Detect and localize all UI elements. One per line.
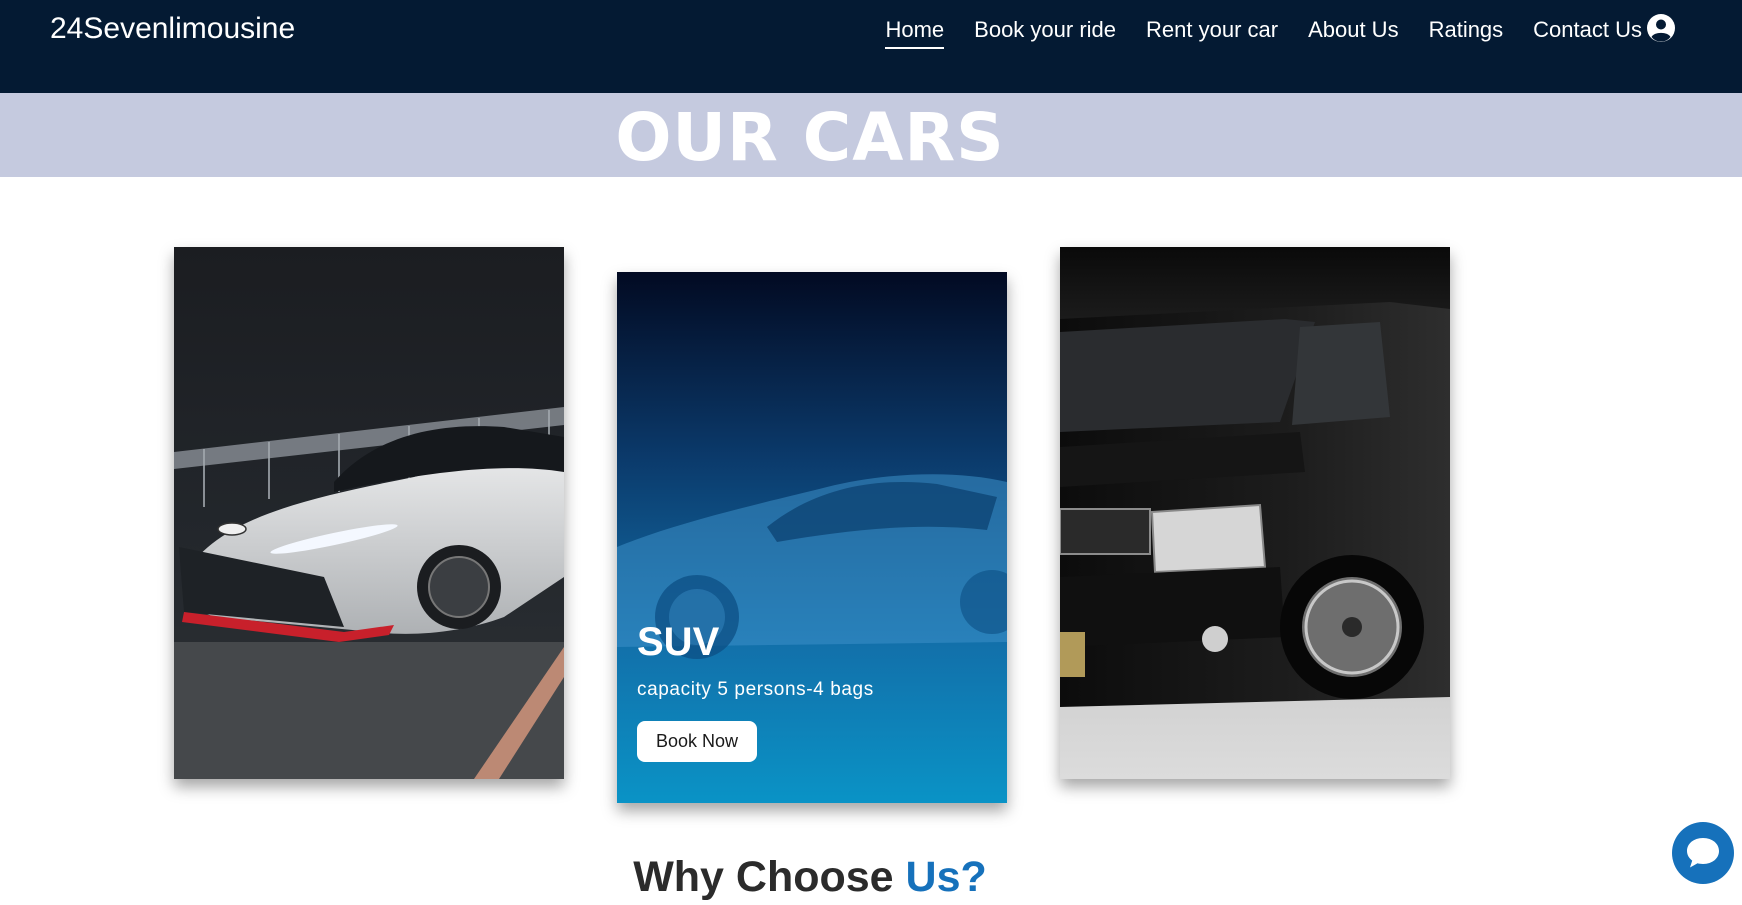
heading-accent: Us? — [905, 853, 987, 901]
nav-link-home[interactable]: Home — [885, 17, 945, 49]
chat-button[interactable] — [1672, 822, 1734, 884]
brand-logo[interactable]: 24Sevenlimousine — [50, 12, 295, 46]
nav-link-rent-your-car[interactable]: Rent your car — [1146, 17, 1278, 49]
nav-link-contact-us[interactable]: Contact Us — [1533, 17, 1642, 49]
nav-links: Home Book your ride Rent your car About … — [885, 17, 1642, 49]
banner-title: OUR CARS — [615, 99, 1005, 176]
nav-link-book-your-ride[interactable]: Book your ride — [974, 17, 1116, 49]
car-card-sedan[interactable] — [174, 247, 564, 779]
car-card-suv[interactable]: SUV capacity 5 persons-4 bags Book Now — [617, 272, 1007, 803]
user-circle-icon[interactable] — [1646, 13, 1676, 43]
book-now-button[interactable]: Book Now — [637, 721, 757, 762]
page-banner: OUR CARS — [0, 93, 1742, 177]
white-sedan-photo — [174, 247, 564, 779]
chat-bubble-icon — [1687, 838, 1719, 868]
card-title: SUV — [637, 620, 720, 664]
card-description: capacity 5 persons-4 bags — [637, 679, 874, 700]
nav-link-about-us[interactable]: About Us — [1308, 17, 1399, 49]
card-caption: SUV capacity 5 persons-4 bags — [637, 620, 874, 701]
black-van-photo — [1060, 247, 1450, 779]
nav-link-ratings[interactable]: Ratings — [1429, 17, 1504, 49]
car-card-van[interactable] — [1060, 247, 1450, 779]
why-choose-us-heading: Why Choose Us? — [0, 853, 1620, 902]
heading-main: Why Choose — [633, 853, 906, 901]
navbar: 24Sevenlimousine Home Book your ride Ren… — [0, 0, 1742, 93]
